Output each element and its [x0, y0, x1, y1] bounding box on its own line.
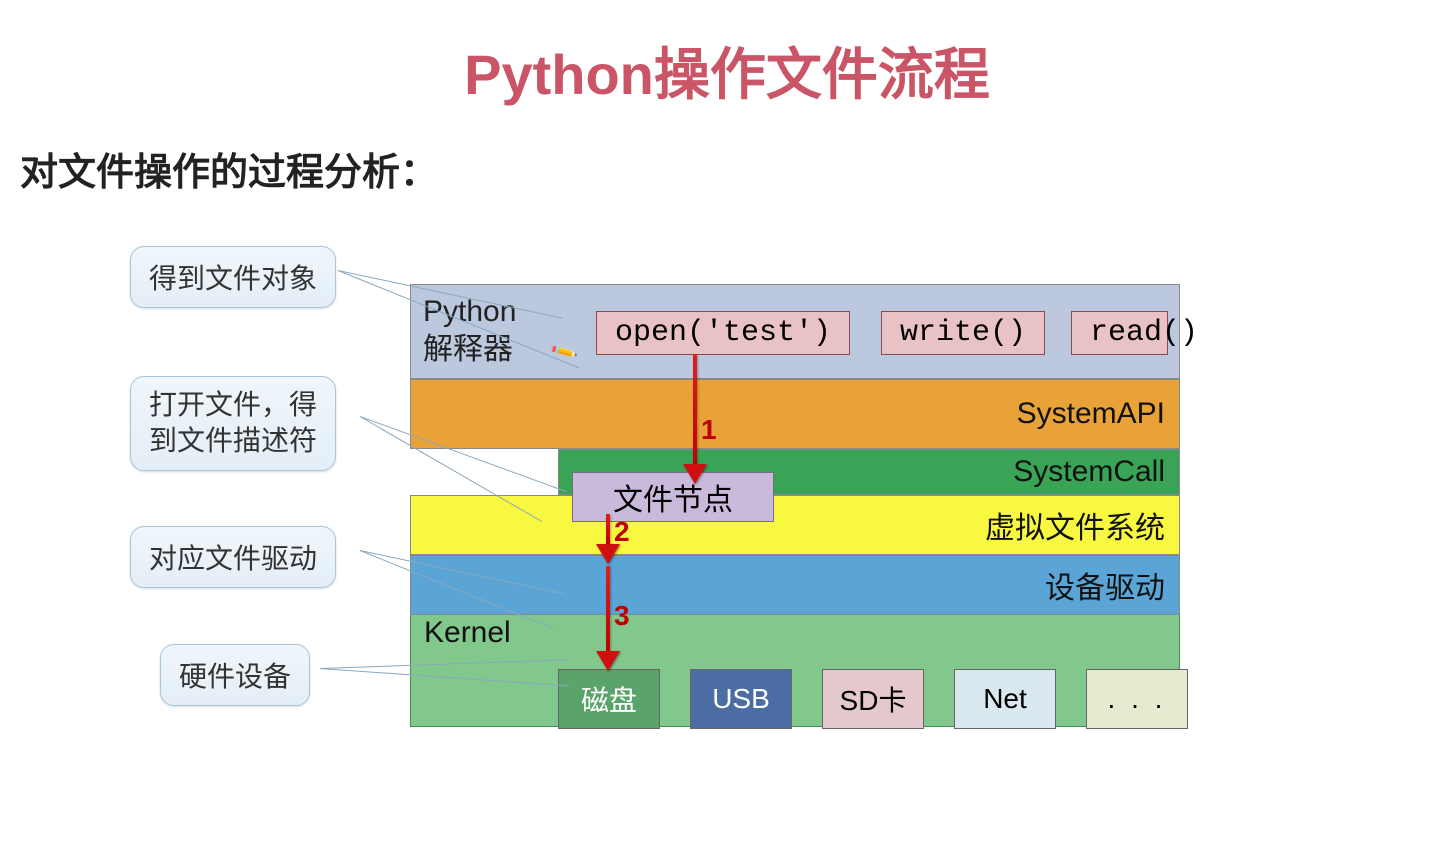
layer-python-interpreter: Python 解释器 ✏️ open('test') write() read(…: [410, 284, 1180, 379]
interpreter-text: 解释器: [423, 333, 513, 366]
callout-file-object: 得到文件对象: [130, 246, 336, 308]
arrow-1-number: 1: [701, 414, 717, 446]
callout-file-descriptor: 打开文件，得 到文件描述符: [130, 376, 336, 471]
callout-hardware: 硬件设备: [160, 644, 310, 706]
layer-system-api: SystemAPI: [410, 379, 1180, 449]
function-write: write(): [881, 311, 1045, 355]
arrow-2: 2: [606, 514, 620, 564]
page-subtitle: 对文件操作的过程分析：: [0, 131, 1454, 216]
arrow-3-number: 3: [614, 600, 630, 632]
file-node-box: 文件节点: [572, 472, 774, 522]
layer-stack: Kernel Python 解释器 ✏️ open('test') write(…: [410, 284, 1180, 495]
callout-file-driver: 对应文件驱动: [130, 526, 336, 588]
system-call-label: SystemCall: [1013, 455, 1165, 489]
page-title: Python操作文件流程: [0, 0, 1454, 131]
layer-vfs: 虚拟文件系统: [410, 495, 1180, 555]
function-open: open('test'): [596, 311, 850, 355]
callout-file-descriptor-line2: 到文件描述符: [149, 425, 317, 456]
connector-line-4b: [320, 668, 569, 686]
callout-file-descriptor-line1: 打开文件，得: [149, 389, 317, 420]
hardware-more: . . .: [1086, 669, 1188, 729]
arrow-2-number: 2: [614, 516, 630, 548]
vfs-label: 虚拟文件系统: [985, 503, 1165, 547]
pen-annotation-icon: ✏️: [549, 337, 580, 368]
hardware-row: 磁盘 USB SD卡 Net . . .: [558, 669, 1188, 729]
hardware-net: Net: [954, 669, 1056, 729]
connector-line-4a: [320, 659, 570, 669]
arrow-1: 1: [693, 354, 707, 484]
hardware-usb: USB: [690, 669, 792, 729]
kernel-label: Kernel: [424, 616, 511, 650]
hardware-disk: 磁盘: [558, 669, 660, 729]
hardware-sd: SD卡: [822, 669, 924, 729]
device-driver-label: 设备驱动: [1045, 563, 1165, 607]
arrow-3: 3: [606, 566, 620, 671]
system-api-label: SystemAPI: [1017, 397, 1165, 431]
function-read: read(): [1071, 311, 1168, 355]
